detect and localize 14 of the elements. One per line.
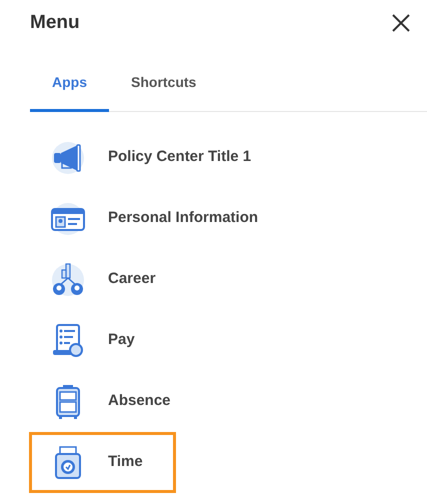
app-item[interactable]: Time: [29, 432, 176, 493]
menu-title: Menu: [30, 10, 80, 35]
app-item[interactable]: Career: [29, 249, 176, 310]
close-icon: [392, 14, 410, 32]
tab[interactable]: Shortcuts: [109, 62, 218, 112]
document-icon: [50, 322, 86, 358]
org-chart-icon: [50, 262, 86, 298]
megaphone-icon: [50, 140, 86, 176]
app-item[interactable]: Pay: [29, 310, 176, 371]
tab[interactable]: Apps: [30, 62, 109, 112]
app-item[interactable]: Absence: [29, 371, 182, 432]
app-item[interactable]: Personal Information: [29, 188, 270, 249]
app-item[interactable]: Policy Center Title 1: [29, 127, 262, 188]
id-card-icon: [50, 200, 86, 236]
